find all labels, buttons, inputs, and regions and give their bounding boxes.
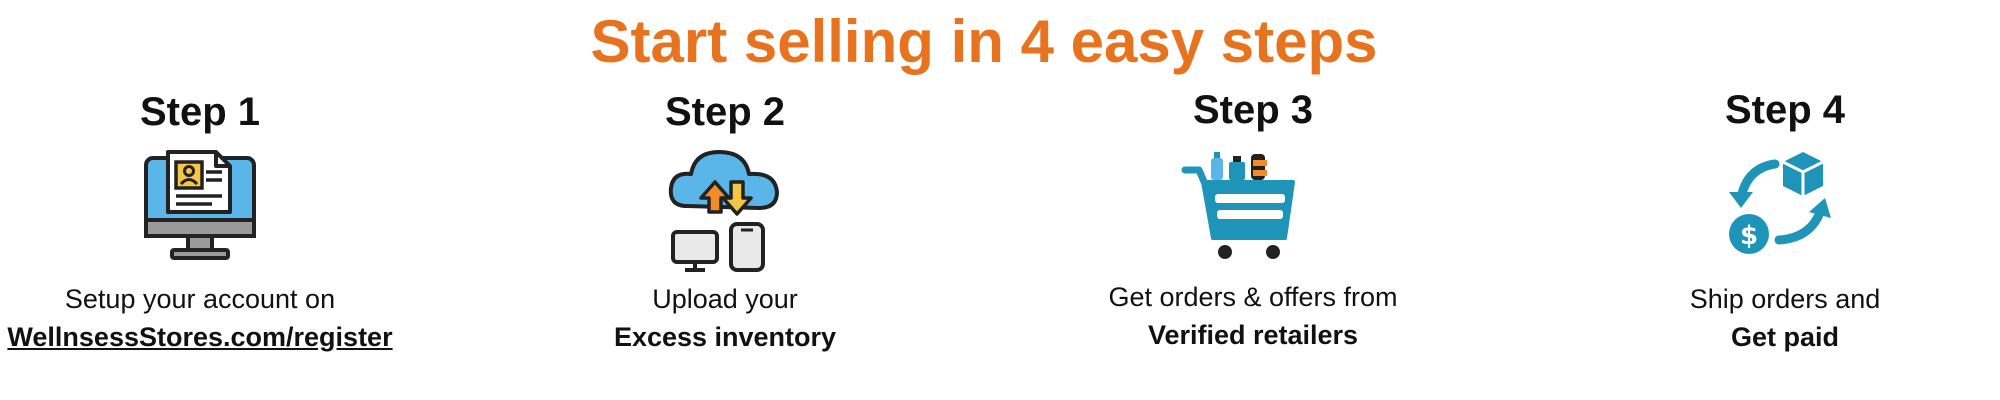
step-3-highlight: Verified retailers: [1147, 320, 1359, 350]
register-link[interactable]: WellnsessStores.com/register: [7, 322, 392, 352]
step-3-description: Get orders & offers from: [1108, 282, 1398, 312]
step-3: Step 3 Get orders & offers from Verified…: [1033, 86, 1473, 354]
ship-and-get-paid-icon: $: [1729, 152, 1831, 254]
step-4-highlight: Get paid: [1730, 322, 1839, 352]
step-2-heading: Step 2: [664, 90, 786, 134]
shopping-cart-products-icon: [1181, 152, 1295, 259]
step-2-description: Upload your: [652, 284, 798, 314]
step-4-heading: Step 4: [1724, 88, 1846, 132]
step-1-description: Setup your account on: [64, 284, 336, 314]
page-title: Start selling in 4 easy steps: [590, 8, 1378, 75]
step-1: Step 1 Setup your account on WellnsessSt…: [0, 88, 420, 356]
step-1-heading: Step 1: [139, 90, 261, 134]
cloud-upload-devices-icon: [668, 150, 779, 272]
step-3-heading: Step 3: [1192, 88, 1314, 132]
step-4-description: Ship orders and: [1689, 284, 1881, 314]
step-4: Step 4 $ Ship orders and Get paid: [1565, 86, 2000, 356]
svg-text:$: $: [1740, 221, 1758, 251]
registration-computer-icon: [144, 150, 256, 260]
step-2: Step 2 Upload your Excess inventory: [505, 88, 945, 356]
step-2-highlight: Excess inventory: [613, 322, 837, 352]
